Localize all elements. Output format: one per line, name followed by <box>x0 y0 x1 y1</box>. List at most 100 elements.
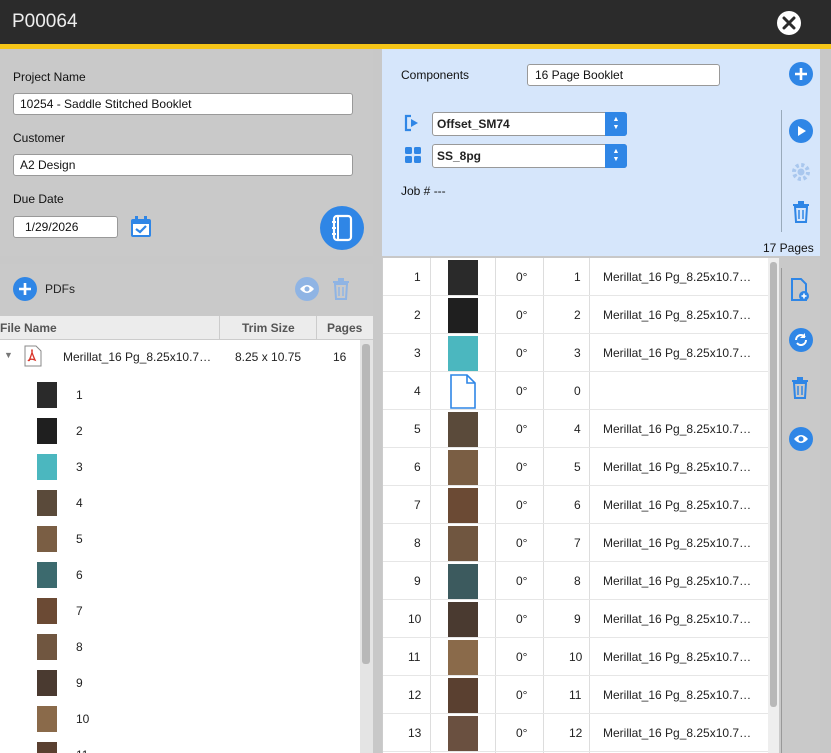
delete-pdf-button[interactable] <box>330 276 352 302</box>
scrollbar-thumb[interactable] <box>770 262 777 707</box>
page-table-row[interactable]: 13 0° 12 Merillat_16 Pg_8.25x10.7… <box>383 714 768 752</box>
pdf-page-row[interactable]: 6 <box>0 558 360 594</box>
settings-button[interactable] <box>789 160 813 184</box>
preview-page-button[interactable] <box>789 427 813 451</box>
grid-layout-icon <box>405 147 421 163</box>
page-table-row[interactable]: 8 0° 7 Merillat_16 Pg_8.25x10.7… <box>383 524 768 562</box>
layout-select[interactable]: SS_8pg ▲ ▼ <box>432 144 627 168</box>
delete-page-button[interactable] <box>789 375 811 401</box>
page-table-row[interactable]: 4 0° 0 <box>383 372 768 410</box>
pdf-file-name: Merillat_16 Pg_8.25x10.7… <box>63 350 212 364</box>
booklet-button[interactable] <box>320 206 364 250</box>
pdf-page-row[interactable]: 5 <box>0 522 360 558</box>
component-name-input[interactable]: 16 Page Booklet <box>527 64 720 86</box>
row-rotation: 0° <box>516 422 528 436</box>
delete-component-button[interactable] <box>790 199 812 225</box>
pdf-page-row[interactable]: 8 <box>0 630 360 666</box>
pdf-page-row[interactable]: 2 <box>0 414 360 450</box>
press-select[interactable]: Offset_SM74 ▲ ▼ <box>432 112 627 136</box>
page-table-row[interactable]: 7 0° 6 Merillat_16 Pg_8.25x10.7… <box>383 486 768 524</box>
row-rotation: 0° <box>516 270 528 284</box>
pdf-file-row[interactable]: ▼ Merillat_16 Pg_8.25x10.7… 8.25 x 10.75… <box>0 344 360 372</box>
pdf-page-row[interactable]: 7 <box>0 594 360 630</box>
page-table-row[interactable]: 9 0° 8 Merillat_16 Pg_8.25x10.7… <box>383 562 768 600</box>
page-thumbnail <box>448 678 478 713</box>
page-thumbnail <box>448 412 478 447</box>
page-number: 3 <box>76 460 83 474</box>
page-thumbnail <box>37 526 57 552</box>
row-rotation: 0° <box>516 688 528 702</box>
page-number: 8 <box>76 640 83 654</box>
pdfs-label: PDFs <box>45 282 75 296</box>
pdf-table-scrollbar[interactable] <box>360 340 373 753</box>
row-rotation: 0° <box>516 498 528 512</box>
layout-select-value: SS_8pg <box>437 149 482 163</box>
select-arrows-icon[interactable]: ▲ ▼ <box>605 112 627 136</box>
add-component-button[interactable] <box>789 62 813 86</box>
add-pdf-button[interactable] <box>13 277 37 301</box>
calendar-button[interactable] <box>130 216 152 241</box>
page-number: 10 <box>76 712 90 726</box>
run-button[interactable] <box>789 119 813 143</box>
pdf-page-row[interactable]: 3 <box>0 450 360 486</box>
row-rotation: 0° <box>516 308 528 322</box>
column-trim-size[interactable]: Trim Size <box>242 321 295 335</box>
row-position: 3 <box>414 346 421 360</box>
page-table-row[interactable]: 5 0° 4 Merillat_16 Pg_8.25x10.7… <box>383 410 768 448</box>
row-position: 12 <box>408 688 422 702</box>
pdf-page-row[interactable]: 10 <box>0 702 360 738</box>
row-rotation: 0° <box>516 574 528 588</box>
expand-triangle-icon[interactable]: ▼ <box>4 350 13 360</box>
trash-icon <box>792 377 808 399</box>
row-page-number: 6 <box>574 498 581 512</box>
row-page-number: 3 <box>574 346 581 360</box>
row-page-number: 0 <box>574 384 581 398</box>
page-table-row[interactable]: 12 0° 11 Merillat_16 Pg_8.25x10.7… <box>383 676 768 714</box>
page-table-row[interactable]: 1 0° 1 Merillat_16 Pg_8.25x10.7… <box>383 258 768 296</box>
pdf-page-row[interactable]: 9 <box>0 666 360 702</box>
row-position: 9 <box>414 574 421 588</box>
column-divider <box>219 316 220 340</box>
eye-icon <box>300 285 314 293</box>
row-page-number: 10 <box>569 650 583 664</box>
project-name-input[interactable]: 10254 - Saddle Stitched Booklet <box>13 93 353 115</box>
page-table-row[interactable]: 3 0° 3 Merillat_16 Pg_8.25x10.7… <box>383 334 768 372</box>
column-file-name[interactable]: File Name <box>0 321 57 335</box>
preview-pdf-button[interactable] <box>295 277 319 301</box>
row-position: 13 <box>408 726 422 740</box>
due-date-input[interactable]: 1/29/2026 <box>13 216 118 238</box>
pdf-page-row[interactable]: 11 <box>0 738 360 753</box>
scrollbar-thumb[interactable] <box>362 344 370 664</box>
pdf-page-row[interactable]: 4 <box>0 486 360 522</box>
sidebar-divider <box>781 268 782 753</box>
row-rotation: 0° <box>516 650 528 664</box>
page-tools-sidebar <box>779 258 820 753</box>
row-page-number: 12 <box>569 726 583 740</box>
row-page-number: 1 <box>574 270 581 284</box>
customer-label: Customer <box>13 131 66 145</box>
row-page-number: 9 <box>574 612 581 626</box>
page-thumbnail <box>37 562 57 588</box>
page-assignment-table: 1 0° 1 Merillat_16 Pg_8.25x10.7… 2 0° 2 Merilla… <box>382 258 779 753</box>
select-arrows-icon[interactable]: ▲ ▼ <box>605 144 627 168</box>
close-button[interactable] <box>777 11 801 35</box>
page-thumbnail <box>448 450 478 485</box>
page-number: 11 <box>76 748 88 753</box>
page-table-row[interactable]: 10 0° 9 Merillat_16 Pg_8.25x10.7… <box>383 600 768 638</box>
page-table-scrollbar[interactable] <box>768 258 779 753</box>
customer-input[interactable]: A2 Design <box>13 154 353 176</box>
close-icon <box>782 16 796 30</box>
page-table-row[interactable]: 11 0° 10 Merillat_16 Pg_8.25x10.7… <box>383 638 768 676</box>
row-file-name: Merillat_16 Pg_8.25x10.7… <box>603 688 752 702</box>
page-table-row[interactable]: 2 0° 2 Merillat_16 Pg_8.25x10.7… <box>383 296 768 334</box>
pdf-trim-size: 8.25 x 10.75 <box>235 350 302 364</box>
rotate-page-button[interactable] <box>789 328 813 352</box>
column-pages[interactable]: Pages <box>327 321 362 335</box>
page-table-row[interactable]: 6 0° 5 Merillat_16 Pg_8.25x10.7… <box>383 448 768 486</box>
toolbar-divider <box>781 110 782 232</box>
page-thumbnail <box>448 336 478 371</box>
press-icon <box>404 114 418 132</box>
row-rotation: 0° <box>516 384 528 398</box>
pdf-page-row[interactable]: 1 <box>0 378 360 414</box>
insert-page-button[interactable] <box>789 277 811 303</box>
